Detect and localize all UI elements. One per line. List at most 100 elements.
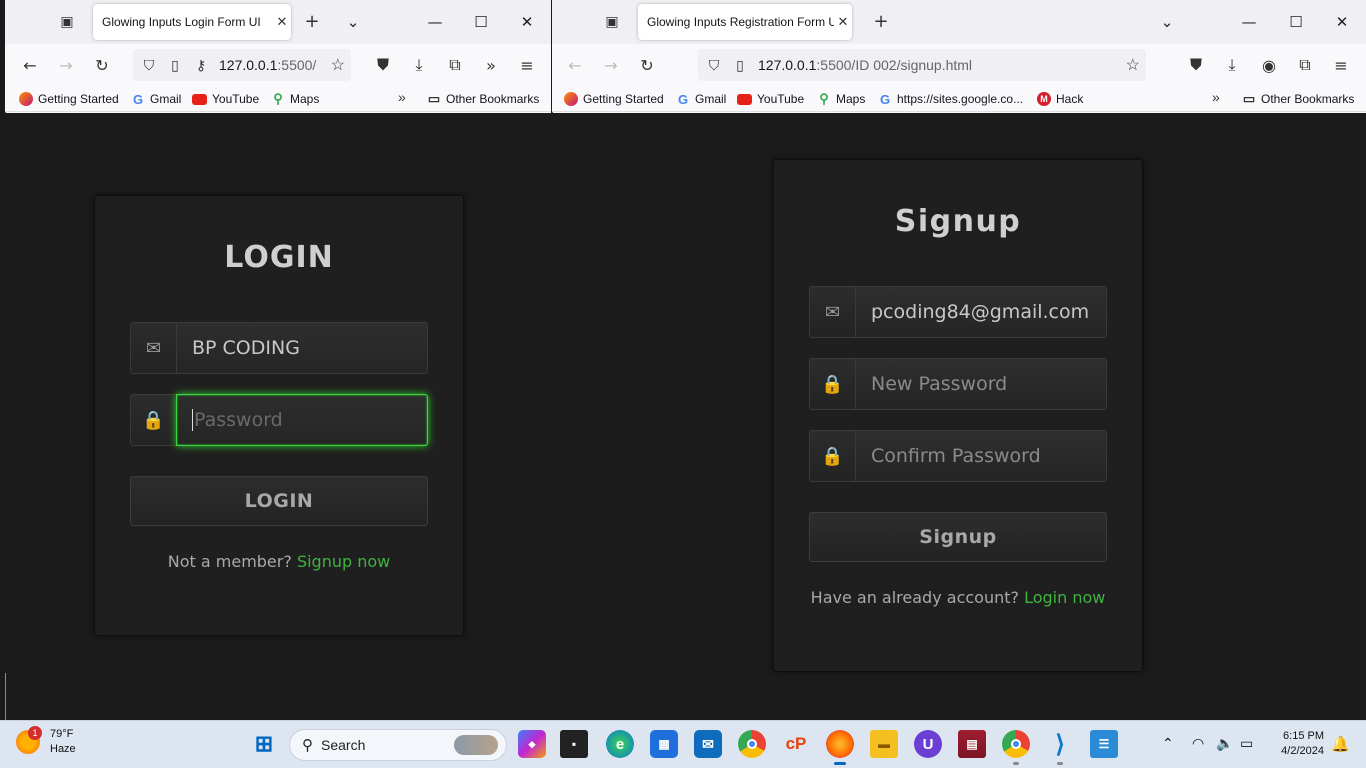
shield-icon[interactable]: ⛉ <box>704 57 724 74</box>
cp-app-icon[interactable]: cP <box>782 730 810 758</box>
copilot-icon[interactable]: ◆ <box>518 730 546 758</box>
account-icon[interactable]: ◉ <box>1257 53 1281 77</box>
taskbar-search[interactable]: ⚲ Search <box>289 729 507 761</box>
login-button[interactable]: LOGIN <box>130 476 428 526</box>
chrome-icon[interactable] <box>738 730 766 758</box>
notification-bell-icon[interactable]: 🔔 <box>1331 735 1350 753</box>
lock-icon: 🔒 <box>809 358 855 410</box>
bookmarks-overflow-icon[interactable]: » <box>1212 89 1220 105</box>
new-password-field: 🔒 New Password <box>809 358 1107 410</box>
reload-icon[interactable]: ↻ <box>635 53 659 77</box>
signup-prompt: Not a member? Signup now <box>167 552 391 571</box>
signup-link[interactable]: Signup now <box>297 552 390 571</box>
firefox-taskbar-icon[interactable] <box>826 730 854 765</box>
key-icon[interactable]: ⚷ <box>191 57 211 74</box>
close-icon[interactable]: ✕ <box>834 14 852 30</box>
file-explorer-icon[interactable]: ▬ <box>870 730 898 758</box>
reload-icon[interactable]: ↻ <box>90 53 114 77</box>
back-icon[interactable]: ← <box>563 53 587 77</box>
volume-icon[interactable]: 🔈 <box>1216 735 1233 752</box>
tab-registration-form[interactable]: Glowing Inputs Registration Form UI ✕ <box>638 4 852 40</box>
chevron-up-icon[interactable]: ⌃ <box>1162 735 1174 752</box>
bookmark-youtube[interactable]: YouTube <box>192 90 259 108</box>
tab-overview-icon[interactable]: ▣ <box>57 12 77 32</box>
bookmarks-overflow-icon[interactable]: » <box>398 89 406 105</box>
battery-icon[interactable]: ▭ <box>1240 735 1253 752</box>
username-input[interactable]: BP CODING <box>176 322 428 374</box>
minimize-icon[interactable]: — <box>1237 10 1261 34</box>
confirm-password-input[interactable]: Confirm Password <box>855 430 1107 482</box>
pocket-icon[interactable]: ⛊ <box>1184 53 1208 77</box>
windows-start-icon[interactable]: ⊞ <box>250 730 278 758</box>
notepad-icon[interactable]: ☰ <box>1090 730 1118 758</box>
bookmark-youtube[interactable]: YouTube <box>737 90 804 108</box>
store-icon[interactable]: ▦ <box>650 730 678 758</box>
weather-widget[interactable]: 1 79°F Haze <box>16 726 76 757</box>
firefox-icon <box>19 92 33 106</box>
download-icon[interactable]: ⤓ <box>1220 53 1244 77</box>
page-viewport: Signup ✉ pcoding84@gmail.com 🔒 New Passw… <box>552 113 1366 720</box>
bookmark-other[interactable]: ▭ Other Bookmarks <box>1242 90 1355 108</box>
new-password-input[interactable]: New Password <box>855 358 1107 410</box>
bookmark-gmail[interactable]: G Gmail <box>676 90 726 108</box>
edge-icon[interactable]: e <box>606 730 634 758</box>
menu-icon[interactable]: ≡ <box>515 53 539 77</box>
google-icon: G <box>132 91 144 107</box>
minimize-icon[interactable]: — <box>423 10 447 34</box>
download-icon[interactable]: ⤓ <box>407 53 431 77</box>
overflow-chevrons-icon[interactable]: » <box>479 53 503 77</box>
page-icon[interactable]: ▯ <box>165 57 185 74</box>
google-icon: G <box>677 91 689 107</box>
clock[interactable]: 6:15 PM 4/2/2024 <box>1281 729 1324 759</box>
forward-icon[interactable]: → <box>599 53 623 77</box>
bookmark-maps[interactable]: ⚲ Maps <box>817 90 865 108</box>
email-input[interactable]: pcoding84@gmail.com <box>855 286 1107 338</box>
bookmark-star-icon[interactable]: ☆ <box>331 55 345 75</box>
notification-badge: 1 <box>28 726 42 740</box>
close-icon[interactable]: ✕ <box>273 14 291 30</box>
confirm-password-field: 🔒 Confirm Password <box>809 430 1107 482</box>
back-icon[interactable]: ← <box>18 53 42 77</box>
chevron-down-icon[interactable]: ⌄ <box>1155 10 1179 34</box>
chevron-down-icon[interactable]: ⌄ <box>341 10 365 34</box>
address-bar[interactable]: ⛉ ▯ ⚷ 127.0.0.1:5500/ ☆ <box>133 49 351 81</box>
window-close-icon[interactable]: ✕ <box>1330 10 1354 34</box>
bookmark-star-icon[interactable]: ☆ <box>1126 55 1140 75</box>
menu-icon[interactable]: ≡ <box>1329 53 1353 77</box>
search-highlight-image <box>454 735 498 755</box>
bookmark-google-sites[interactable]: Ghttps://sites.google.co... <box>878 90 1023 108</box>
login-link[interactable]: Login now <box>1024 588 1105 607</box>
forward-icon[interactable]: → <box>54 53 78 77</box>
u-app-icon[interactable]: U <box>914 730 942 758</box>
bookmark-hack[interactable]: M Hack <box>1037 90 1083 108</box>
new-tab-icon[interactable]: + <box>870 10 892 32</box>
envelope-icon: ✉ <box>809 286 855 338</box>
task-view-icon[interactable]: ▪ <box>560 730 588 758</box>
bookmark-getting-started[interactable]: Getting Started <box>564 90 664 108</box>
winrar-icon[interactable]: ▤ <box>958 730 986 758</box>
tab-login-form[interactable]: Glowing Inputs Login Form UI ✕ <box>93 4 291 40</box>
signup-button[interactable]: Signup <box>809 512 1107 562</box>
bookmark-getting-started[interactable]: Getting Started <box>19 90 119 108</box>
maximize-icon[interactable]: ☐ <box>469 10 493 34</box>
bookmark-other[interactable]: ▭ Other Bookmarks <box>427 90 540 108</box>
shield-icon[interactable]: ⛉ <box>139 57 159 74</box>
window-close-icon[interactable]: ✕ <box>515 10 539 34</box>
chrome-icon-2[interactable] <box>1002 730 1030 765</box>
wifi-icon[interactable]: ◠ <box>1192 735 1204 752</box>
address-bar[interactable]: ⛉ ▯ 127.0.0.1:5500/ID 002/signup.html ☆ <box>698 49 1146 81</box>
password-input[interactable]: Password <box>176 394 428 446</box>
maximize-icon[interactable]: ☐ <box>1284 10 1308 34</box>
username-field: ✉ BP CODING <box>130 322 428 374</box>
bookmark-maps[interactable]: ⚲ Maps <box>271 90 319 108</box>
pocket-icon[interactable]: ⛊ <box>371 53 395 77</box>
google-icon: G <box>879 91 891 107</box>
new-tab-icon[interactable]: + <box>301 10 323 32</box>
page-icon[interactable]: ▯ <box>730 57 750 74</box>
tab-overview-icon[interactable]: ▣ <box>602 12 622 32</box>
extensions-icon[interactable]: ⧉ <box>443 53 467 77</box>
mail-icon[interactable]: ✉ <box>694 730 722 758</box>
vscode-icon[interactable]: ⟩ <box>1046 730 1074 765</box>
bookmark-gmail[interactable]: G Gmail <box>131 90 181 108</box>
extensions-icon[interactable]: ⧉ <box>1293 53 1317 77</box>
